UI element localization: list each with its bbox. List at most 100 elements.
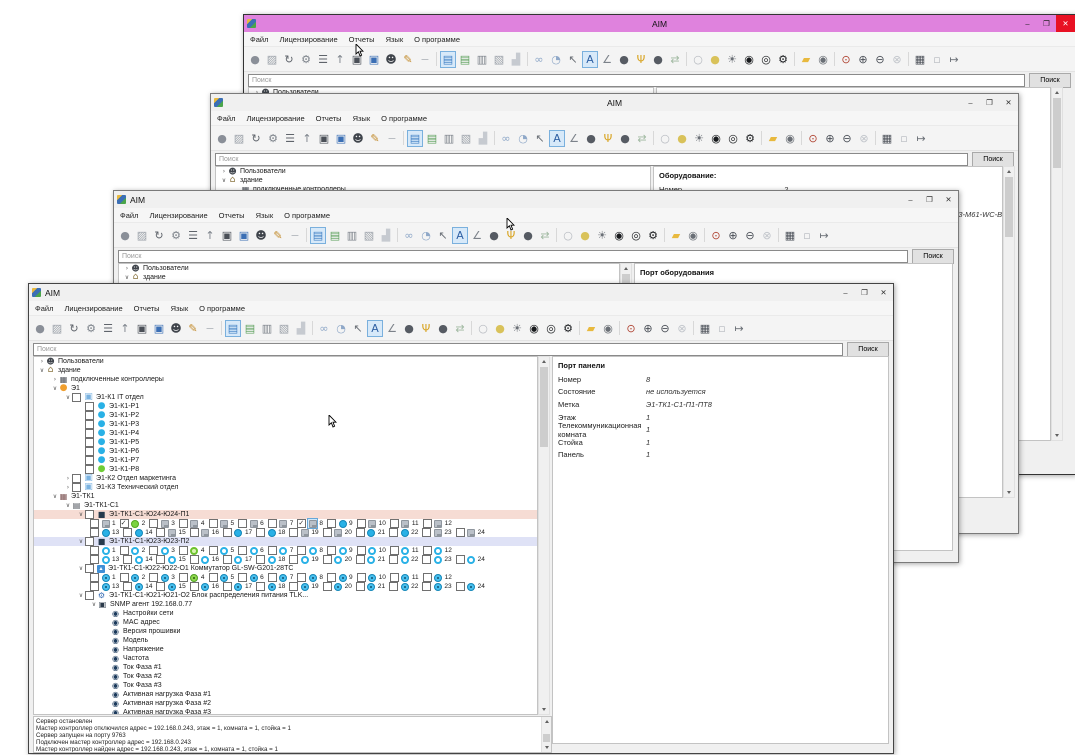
close-button[interactable]: ✕ — [874, 284, 893, 301]
port-checkbox[interactable] — [156, 528, 165, 537]
minimize-button[interactable]: – — [1018, 15, 1037, 32]
folder-yellow-icon[interactable]: ▰ — [798, 51, 814, 68]
sun-icon[interactable]: ☀ — [724, 51, 740, 68]
port-item[interactable]: 22 — [389, 528, 418, 537]
port-item[interactable]: 2 — [120, 573, 146, 582]
doc-new-icon[interactable]: ▤ — [457, 51, 473, 68]
battery-icon[interactable]: ▤ — [407, 130, 423, 147]
port-checkbox[interactable] — [323, 555, 332, 564]
port-item[interactable]: 16 — [190, 555, 219, 564]
scroll-down-icon[interactable] — [539, 705, 549, 714]
port-item[interactable]: 22 — [389, 555, 418, 564]
port-item[interactable]: 21 — [356, 528, 385, 537]
zoom-out-icon[interactable]: ⊖ — [657, 320, 673, 337]
folder-yellow-icon[interactable]: ▰ — [765, 130, 781, 147]
titlebar[interactable]: AIM – ❐ ✕ — [29, 284, 893, 301]
zoom-red-icon[interactable]: ⊙ — [708, 227, 724, 244]
tree-node[interactable]: ◉Напряжение — [34, 645, 537, 654]
upload-icon[interactable]: ↑ — [202, 227, 218, 244]
list-icon[interactable]: ☰ — [100, 320, 116, 337]
tree-node[interactable]: ›▣Э1-К2 Отдел маркетинга — [34, 474, 537, 483]
scroll-up-icon[interactable] — [542, 717, 551, 726]
port-checkbox[interactable] — [289, 528, 298, 537]
tree-node[interactable]: ∨⌂здание — [216, 176, 650, 185]
port-checkbox[interactable] — [90, 519, 99, 528]
port-item[interactable]: 17 — [223, 528, 252, 537]
refresh-icon[interactable]: ↻ — [281, 51, 297, 68]
port-item[interactable]: 7 — [268, 519, 294, 528]
port-checkbox[interactable] — [327, 573, 336, 582]
tree-expander[interactable]: ∨ — [77, 592, 85, 599]
zoom-out-icon[interactable]: ⊖ — [742, 227, 758, 244]
menu-item-Файл[interactable]: Файл — [120, 211, 138, 220]
port-item[interactable]: 1 — [90, 573, 116, 582]
tree-expander[interactable]: ∨ — [51, 493, 59, 500]
tree-node[interactable]: ◉Ток Фаза #2 — [34, 672, 537, 681]
tree-port-row[interactable]: 131415161718192021222324 — [34, 555, 537, 564]
zoom-in-icon[interactable]: ⊕ — [725, 227, 741, 244]
sphere-dark-icon[interactable]: ● — [520, 227, 536, 244]
edit-pencil-icon[interactable]: ✎ — [270, 227, 286, 244]
tree-node[interactable]: ●Э1-К1-Р4 — [34, 429, 537, 438]
port-checkbox[interactable] — [90, 582, 99, 591]
chart-icon[interactable]: ▟ — [293, 320, 309, 337]
zoom-in-icon[interactable]: ⊕ — [822, 130, 838, 147]
refresh-icon[interactable]: ↻ — [66, 320, 82, 337]
port-checkbox[interactable] — [209, 573, 218, 582]
gauge-icon[interactable]: ◔ — [515, 130, 531, 147]
port-checkbox[interactable] — [149, 573, 158, 582]
tree-expander[interactable]: › — [51, 376, 59, 383]
port-checkbox[interactable] — [190, 555, 199, 564]
port-checkbox[interactable] — [238, 573, 247, 582]
menu-item-Файл[interactable]: Файл — [217, 114, 235, 123]
tree-checkbox[interactable] — [72, 393, 81, 402]
port-item[interactable]: 1 — [90, 519, 116, 528]
chart-icon[interactable]: ▟ — [508, 51, 524, 68]
port-item[interactable]: 1 — [90, 546, 116, 555]
zoom-out-icon[interactable]: ⊖ — [839, 130, 855, 147]
monitor-dark-icon[interactable]: ▣ — [349, 51, 365, 68]
close-button[interactable]: ✕ — [999, 94, 1018, 111]
refresh-icon[interactable]: ↻ — [248, 130, 264, 147]
port-checkbox[interactable] — [90, 555, 99, 564]
chart-icon[interactable]: ▟ — [475, 130, 491, 147]
port-item[interactable]: 9 — [327, 546, 353, 555]
scroll-up-icon[interactable] — [539, 357, 549, 366]
battery-icon[interactable]: ▤ — [310, 227, 326, 244]
doc-new-icon[interactable]: ▤ — [424, 130, 440, 147]
port-item[interactable]: 8 — [297, 573, 323, 582]
small-box-icon[interactable]: ▫ — [799, 227, 815, 244]
port-checkbox[interactable] — [256, 555, 265, 564]
tree-node[interactable]: ∨●Э1 — [34, 384, 537, 393]
sphere-dark-icon[interactable]: ● — [617, 130, 633, 147]
port-item[interactable]: 19 — [289, 582, 318, 591]
scroll-up-icon[interactable] — [1052, 88, 1062, 97]
port-item[interactable]: 11 — [390, 546, 419, 555]
tree-expander[interactable]: ∨ — [77, 538, 85, 545]
battery-icon[interactable]: ▤ — [440, 51, 456, 68]
maximize-button[interactable]: ❐ — [1037, 15, 1056, 32]
tree-node[interactable]: ∨⌂здание — [34, 366, 537, 375]
scroll-up-icon[interactable] — [1004, 167, 1014, 176]
target-black-icon[interactable]: ◎ — [628, 227, 644, 244]
tree-node[interactable]: ◉Активная нагрузка Фаза #1 — [34, 690, 537, 699]
globe-dark-icon[interactable]: ● — [616, 51, 632, 68]
cursor-box-icon[interactable]: ↖ — [350, 320, 366, 337]
port-item[interactable]: 20 — [323, 528, 352, 537]
port-checkbox[interactable] — [123, 555, 132, 564]
search-input[interactable] — [215, 153, 968, 166]
maximize-button[interactable]: ❐ — [920, 191, 939, 208]
port-checkbox[interactable] — [297, 546, 306, 555]
port-item[interactable]: 6 — [238, 573, 264, 582]
grid-dark-icon[interactable]: ▦ — [879, 130, 895, 147]
titlebar[interactable]: AIM – ❐ ✕ — [211, 94, 1018, 111]
menu-item-Отчеты[interactable]: Отчеты — [134, 304, 160, 313]
zoom-cancel-icon[interactable]: ⊗ — [856, 130, 872, 147]
tree-node[interactable]: ›☻Пользователи — [34, 357, 537, 366]
tree-expander[interactable]: › — [38, 358, 46, 365]
compass-icon[interactable]: ∠ — [599, 51, 615, 68]
menu-item-Язык[interactable]: Язык — [171, 304, 189, 313]
scrollbar[interactable] — [1003, 166, 1015, 498]
monitor-dark-icon[interactable]: ▣ — [134, 320, 150, 337]
zoom-out-icon[interactable]: ⊖ — [872, 51, 888, 68]
